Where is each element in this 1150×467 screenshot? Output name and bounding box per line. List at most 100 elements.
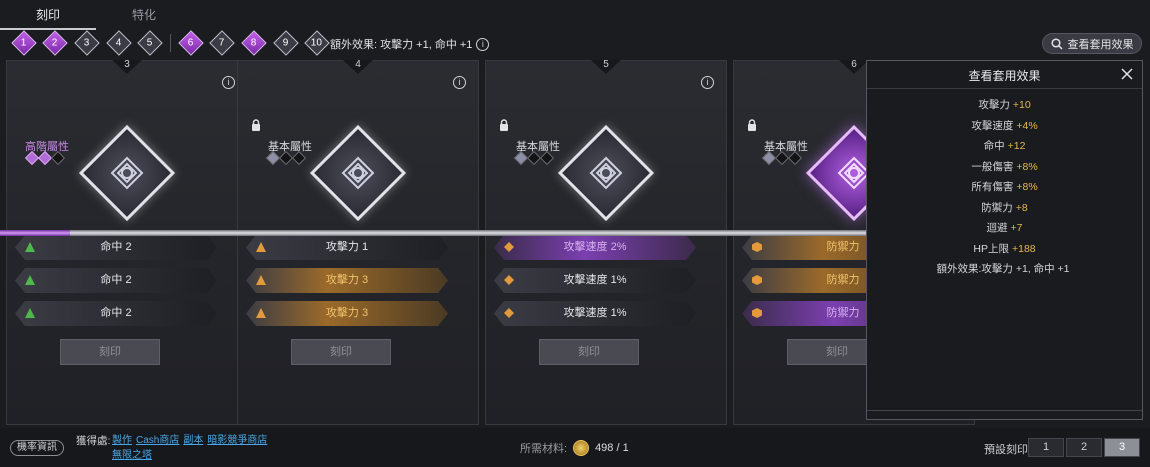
material-label: 所需材料: [520, 443, 568, 455]
slot-selector: 1 2 3 4 5 6 7 8 9 10 [8, 30, 333, 56]
effect-row: 額外效果:攻擊力 +1, 命中 +1 [936, 263, 1070, 275]
slot-gem-1[interactable]: 1 [11, 30, 37, 56]
coin-icon [573, 440, 590, 456]
panel-divider [867, 410, 1142, 411]
lock-icon[interactable] [498, 119, 510, 131]
slot-gem-6[interactable]: 6 [178, 30, 204, 56]
panel-header: 查看套用效果 [867, 61, 1142, 89]
grade-dot [787, 150, 803, 166]
hexagon-icon [752, 275, 762, 285]
triangle-icon [25, 242, 35, 252]
option-row[interactable]: 攻擊力 3 [246, 301, 448, 326]
grade-dot [539, 150, 555, 166]
slot-gem-4[interactable]: 4 [105, 30, 132, 56]
panel-title: 查看套用效果 [968, 69, 1041, 83]
tab-specialize[interactable]: 特化 [96, 0, 192, 30]
engrave-button[interactable]: 刻印 [291, 339, 391, 365]
triangle-icon [25, 275, 35, 285]
effect-row: 迴避 +7 [986, 222, 1023, 234]
effect-row: 一般傷害 +8% [971, 160, 1038, 173]
option-row[interactable]: 命中 2 [15, 301, 217, 326]
engrave-button[interactable]: 刻印 [60, 339, 160, 365]
engrave-card-5: 5 i 基本屬性 攻擊速度 2% 攻擊速度 1% 攻擊速度 1% 刻印 [485, 60, 727, 425]
option-row[interactable]: 命中 2 [15, 268, 217, 293]
effect-row: 攻擊力 +10 [978, 99, 1031, 111]
card-number: 4 [343, 60, 373, 74]
obtain-links: 製作 Cash商店 副本 暗影競爭商店 無限之塔 [112, 433, 277, 463]
close-icon[interactable] [1120, 67, 1134, 81]
slot-gem-10[interactable]: 10 [304, 30, 330, 56]
option-row[interactable]: 攻擊速度 2% [494, 235, 696, 260]
knot-icon [589, 156, 623, 190]
lock-icon[interactable] [250, 119, 262, 131]
effects-panel: 查看套用效果 攻擊力 +10 攻擊速度 +4% 命中 +12 一般傷害 +8% 所有傷害… [866, 60, 1143, 420]
probability-info-button[interactable]: 機率資訊 [10, 440, 64, 456]
slot-gem-8[interactable]: 8 [241, 30, 267, 56]
engrave-emblem[interactable] [557, 124, 655, 222]
card-number: 5 [591, 60, 621, 74]
info-icon[interactable]: i [453, 76, 466, 89]
attr-grade [24, 150, 66, 166]
diamond-icon [504, 242, 514, 252]
view-effects-button[interactable]: 查看套用效果 [1042, 33, 1142, 54]
effect-row: 命中 +12 [983, 140, 1026, 152]
effect-row: HP上限 +188 [973, 242, 1036, 255]
option-row[interactable]: 攻擊速度 1% [494, 301, 696, 326]
engrave-emblem[interactable] [78, 124, 176, 222]
engrave-emblem[interactable] [309, 124, 407, 222]
preset-button-1[interactable]: 1 [1028, 438, 1064, 457]
connection-beam [0, 230, 870, 236]
info-icon[interactable]: i [701, 76, 714, 89]
slot-gem-5[interactable]: 5 [137, 30, 163, 56]
attr-grade [513, 150, 555, 166]
option-row[interactable]: 攻擊力 1 [246, 235, 448, 260]
slot-gem-3[interactable]: 3 [74, 30, 100, 56]
effects-list: 攻擊力 +10 攻擊速度 +4% 命中 +12 一般傷害 +8% 所有傷害 +8% 防禦力… [867, 89, 1142, 280]
grade-dot [291, 150, 307, 166]
card-number: 6 [839, 60, 869, 74]
option-row[interactable]: 攻擊力 3 [246, 268, 448, 293]
triangle-icon [256, 275, 266, 285]
attr-grade [761, 150, 803, 166]
connection-beam-active [0, 230, 70, 236]
grade-dot [50, 150, 66, 166]
obtain-label: 獲得處: [76, 435, 111, 447]
info-icon[interactable]: i [222, 76, 235, 89]
knot-icon [341, 156, 375, 190]
triangle-icon [256, 308, 266, 318]
lock-icon[interactable] [746, 119, 758, 131]
hexagon-icon [752, 308, 762, 318]
preset-button-3[interactable]: 3 [1104, 438, 1140, 457]
search-icon [1050, 37, 1063, 50]
engrave-button[interactable]: 刻印 [539, 339, 639, 365]
engrave-card-3: 3 i 高階屬性 命中 2 命中 2 命中 2 刻印 [6, 60, 248, 425]
view-effects-label: 查看套用效果 [1067, 38, 1134, 51]
extra-effect: 額外效果: 攻擊力 +1, 命中 +1 i [330, 36, 490, 52]
slot-divider [169, 34, 171, 52]
effect-row: 防禦力 +8 [981, 201, 1028, 214]
triangle-icon [25, 308, 35, 318]
info-icon[interactable]: i [476, 37, 490, 51]
slot-gem-7[interactable]: 7 [209, 30, 236, 56]
engrave-card-4: 4 i 基本屬性 攻擊力 1 攻擊力 3 攻擊力 3 刻印 [237, 60, 479, 425]
obtain-link[interactable]: 副本 [183, 435, 203, 446]
effect-row: 所有傷害 +8% [971, 181, 1038, 193]
extra-effect-text: 額外效果: 攻擊力 +1, 命中 +1 [330, 39, 473, 51]
knot-icon [110, 156, 144, 190]
top-tabs: 刻印 特化 [0, 0, 192, 30]
option-row[interactable]: 攻擊速度 1% [494, 268, 696, 293]
option-row[interactable]: 命中 2 [15, 235, 217, 260]
preset-button-2[interactable]: 2 [1066, 438, 1102, 457]
slot-gem-2[interactable]: 2 [42, 30, 69, 56]
bottom-bar: 機率資訊 獲得處: 製作 Cash商店 副本 暗影競爭商店 無限之塔 所需材料: 49… [0, 428, 1150, 467]
card-number: 3 [112, 60, 142, 74]
preset-label: 預設刻印 [984, 444, 1028, 456]
triangle-icon [256, 242, 266, 252]
required-material: 所需材料: 498 / 1 [520, 440, 629, 456]
obtain-link[interactable]: 暗影競爭商店 [207, 435, 267, 446]
obtain-link[interactable]: Cash商店 [136, 435, 179, 446]
tab-engrave[interactable]: 刻印 [0, 0, 96, 30]
slot-gem-9[interactable]: 9 [272, 30, 299, 56]
obtain-link[interactable]: 製作 [112, 435, 132, 446]
obtain-link[interactable]: 無限之塔 [112, 450, 152, 461]
